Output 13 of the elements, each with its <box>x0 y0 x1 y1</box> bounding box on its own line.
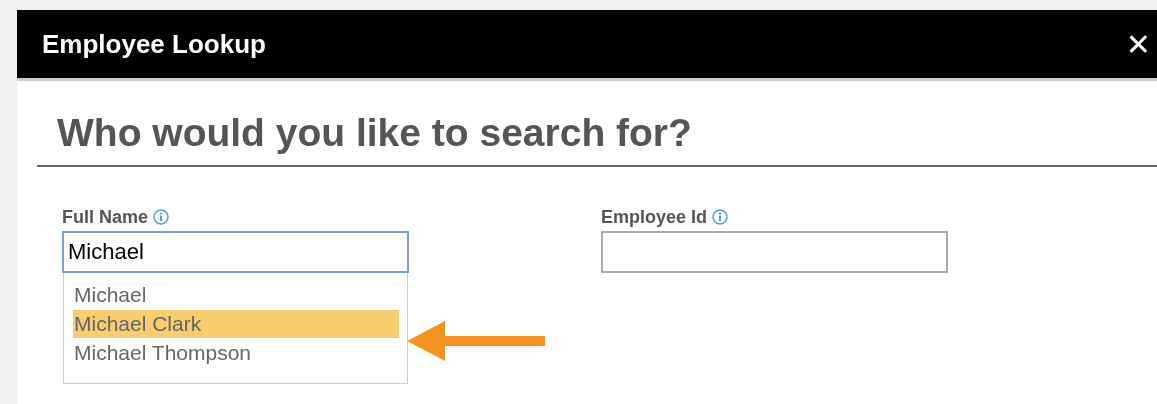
suggestion-item[interactable]: Michael Thompson <box>73 339 399 367</box>
input-field[interactable] <box>601 231 948 273</box>
close-button[interactable]: ✕ <box>1125 26 1151 62</box>
arrow-icon <box>407 319 547 363</box>
heading: Who would you like to search for? <box>37 111 1157 167</box>
field-label: Full Name <box>62 206 149 228</box>
input-field[interactable]: Michael <box>62 231 409 273</box>
info-icon[interactable] <box>712 209 729 225</box>
info-icon[interactable] <box>153 209 170 225</box>
suggestion-item[interactable]: Michael <box>73 281 399 309</box>
suggestion-item[interactable]: Michael Clark <box>73 310 399 338</box>
field-label: Employee Id <box>601 206 708 228</box>
window-title: Employee Lookup <box>42 28 266 60</box>
